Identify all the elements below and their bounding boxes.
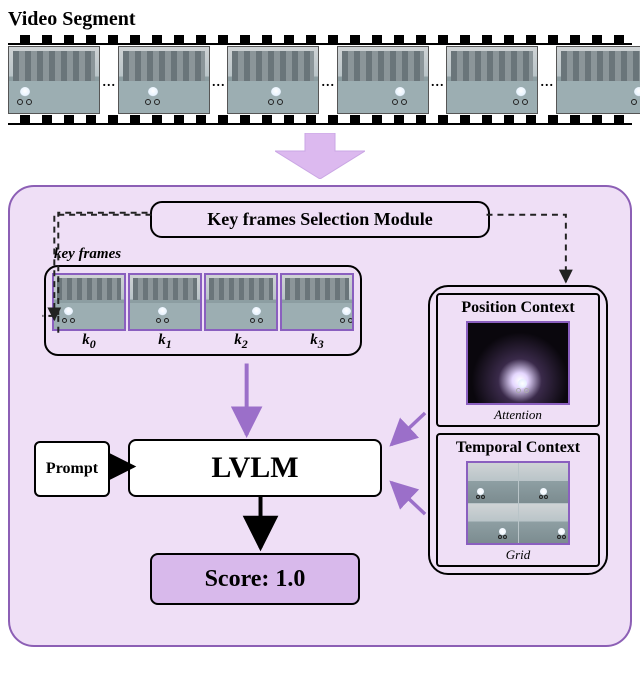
keyframes-box: k0k1k2k3 bbox=[44, 265, 362, 356]
pipeline-panel: Key frames Selection Module key frames k… bbox=[8, 185, 632, 647]
video-frame bbox=[337, 46, 429, 114]
ellipsis-icon: ... bbox=[538, 70, 556, 91]
ellipsis-icon: ... bbox=[210, 70, 228, 91]
keyframe-k1: k1 bbox=[128, 273, 202, 352]
grid-cell bbox=[468, 504, 518, 544]
keyframe-k2: k2 bbox=[204, 273, 278, 352]
video-frame bbox=[8, 46, 100, 114]
grid-cell bbox=[468, 463, 518, 503]
video-frame bbox=[227, 46, 319, 114]
video-frame bbox=[556, 46, 640, 114]
filmstrip: ............... bbox=[8, 35, 632, 125]
video-frame bbox=[118, 46, 210, 114]
grid-cell bbox=[519, 463, 569, 503]
ellipsis-icon: ... bbox=[429, 70, 447, 91]
position-context-block: Position Context Attention bbox=[436, 293, 600, 427]
grid-cell bbox=[519, 504, 569, 544]
keyframe-k3: k3 bbox=[280, 273, 354, 352]
ellipsis-icon: ... bbox=[319, 70, 337, 91]
ellipsis-icon: ... bbox=[100, 70, 118, 91]
video-frame bbox=[446, 46, 538, 114]
title: Video Segment bbox=[8, 8, 632, 31]
position-context-title: Position Context bbox=[442, 299, 594, 317]
lvlm-box: LVLM bbox=[128, 439, 382, 497]
position-context-image bbox=[466, 321, 570, 405]
keyframe-selection-module: Key frames Selection Module bbox=[150, 201, 490, 238]
context-column: Position Context Attention Temporal Cont… bbox=[428, 285, 608, 575]
temporal-context-image bbox=[466, 461, 570, 545]
score-box: Score: 1.0 bbox=[150, 553, 360, 605]
arrow-down-icon bbox=[8, 133, 632, 179]
prompt-box: Prompt bbox=[34, 441, 110, 497]
position-context-caption: Attention bbox=[442, 407, 594, 423]
keyframes-label: key frames bbox=[54, 246, 614, 263]
temporal-context-caption: Grid bbox=[442, 547, 594, 563]
temporal-context-title: Temporal Context bbox=[442, 439, 594, 457]
keyframe-k0: k0 bbox=[52, 273, 126, 352]
temporal-context-block: Temporal Context Grid bbox=[436, 433, 600, 567]
